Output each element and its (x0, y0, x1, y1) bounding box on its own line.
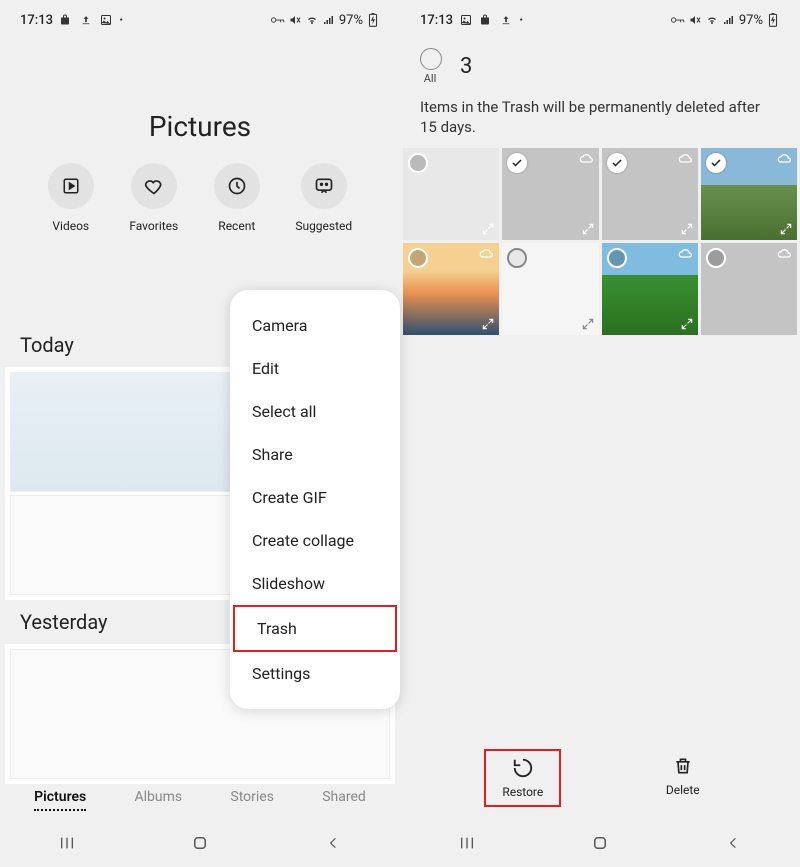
bag-icon (59, 13, 73, 27)
trash-item[interactable] (701, 148, 797, 240)
expand-icon (481, 222, 495, 236)
quick-recent[interactable]: Recent (214, 163, 260, 233)
back-nav-icon[interactable] (723, 833, 743, 853)
menu-slideshow[interactable]: Slideshow (230, 562, 400, 605)
select-all-checkbox[interactable] (420, 48, 442, 70)
signal-icon (322, 13, 336, 27)
quick-favorites[interactable]: Favorites (129, 163, 178, 233)
left-screen-pictures: 17:13 · 97% Pictures Vide (0, 0, 400, 867)
clock-icon (227, 176, 247, 196)
quick-suggested[interactable]: Suggested (295, 163, 352, 233)
battery-icon (766, 13, 780, 27)
checked-icon[interactable] (507, 153, 527, 173)
menu-select-all[interactable]: Select all (230, 390, 400, 433)
checked-icon[interactable] (706, 153, 726, 173)
battery-icon (366, 13, 380, 27)
status-bar: 17:13 · 97% (400, 0, 800, 40)
trash-item[interactable] (403, 148, 499, 240)
trash-item[interactable] (502, 243, 598, 335)
menu-create-gif[interactable]: Create GIF (230, 476, 400, 519)
cloud-icon (777, 247, 793, 259)
trash-item[interactable] (602, 148, 698, 240)
menu-share[interactable]: Share (230, 433, 400, 476)
quick-videos[interactable]: Videos (48, 163, 94, 233)
battery-text: 97% (339, 13, 363, 28)
select-all-label: All (424, 72, 437, 85)
expand-icon (581, 317, 595, 331)
cloud-icon (678, 152, 694, 164)
back-nav-icon[interactable] (323, 833, 343, 853)
menu-create-collage[interactable]: Create collage (230, 519, 400, 562)
selected-count: 3 (460, 54, 472, 79)
select-checkbox-icon[interactable] (706, 248, 726, 268)
menu-edit[interactable]: Edit (230, 347, 400, 390)
cloud-icon (678, 247, 694, 259)
expand-icon (779, 222, 793, 236)
restore-icon (512, 757, 534, 779)
nav-bar (400, 819, 800, 867)
home-nav-icon[interactable] (190, 833, 210, 853)
upload-icon (499, 13, 513, 27)
select-checkbox-icon[interactable] (408, 248, 428, 268)
tab-albums[interactable]: Albums (135, 789, 183, 811)
vpn-icon (671, 13, 685, 27)
expand-icon (581, 222, 595, 236)
status-bar: 17:13 · 97% (0, 0, 400, 40)
trash-icon (673, 755, 693, 777)
page-title: Pictures (0, 110, 400, 143)
trash-select-header: All 3 (400, 40, 800, 89)
right-screen-trash: 17:13 · 97% All 3 (400, 0, 800, 867)
select-checkbox-icon[interactable] (607, 248, 627, 268)
delete-button[interactable]: Delete (650, 749, 716, 807)
expand-icon (680, 222, 694, 236)
menu-trash[interactable]: Trash (233, 605, 397, 652)
chat-icon (314, 176, 334, 196)
menu-settings[interactable]: Settings (230, 652, 400, 695)
trash-grid (400, 148, 800, 335)
tab-stories[interactable]: Stories (230, 789, 274, 811)
recents-nav-icon[interactable] (457, 833, 477, 853)
heart-icon (144, 176, 164, 196)
tab-pictures[interactable]: Pictures (34, 789, 86, 811)
restore-button[interactable]: Restore (484, 749, 561, 807)
expand-icon (680, 317, 694, 331)
trash-item[interactable] (502, 148, 598, 240)
cloud-icon (479, 247, 495, 259)
trash-message: Items in the Trash will be permanently d… (400, 89, 800, 148)
mute-icon (688, 13, 702, 27)
battery-text: 97% (739, 13, 763, 28)
context-menu: Camera Edit Select all Share Create GIF … (230, 290, 400, 709)
trash-item[interactable] (701, 243, 797, 335)
menu-camera[interactable]: Camera (230, 304, 400, 347)
trash-item[interactable] (403, 243, 499, 335)
signal-icon (722, 13, 736, 27)
wifi-icon (705, 13, 719, 27)
checked-icon[interactable] (607, 153, 627, 173)
bottom-tabs: Pictures Albums Stories Shared (0, 781, 400, 819)
status-time: 17:13 (20, 13, 53, 28)
home-nav-icon[interactable] (590, 833, 610, 853)
upload-icon (79, 13, 93, 27)
cloud-icon (777, 152, 793, 164)
tab-shared[interactable]: Shared (322, 789, 366, 811)
status-time: 17:13 (420, 13, 453, 28)
recents-nav-icon[interactable] (57, 833, 77, 853)
play-icon (62, 177, 80, 195)
mute-icon (288, 13, 302, 27)
trash-action-bar: Restore Delete (400, 737, 800, 819)
bag-icon (479, 13, 493, 27)
expand-icon (481, 317, 495, 331)
image-icon (99, 13, 113, 27)
trash-item[interactable] (602, 243, 698, 335)
wifi-icon (305, 13, 319, 27)
vpn-icon (271, 13, 285, 27)
select-checkbox-icon[interactable] (507, 248, 527, 268)
image-icon (459, 13, 473, 27)
quick-access-row: Videos Favorites Recent Suggested (0, 143, 400, 243)
cloud-icon (579, 152, 595, 164)
nav-bar (0, 819, 400, 867)
select-checkbox-icon[interactable] (408, 153, 428, 173)
